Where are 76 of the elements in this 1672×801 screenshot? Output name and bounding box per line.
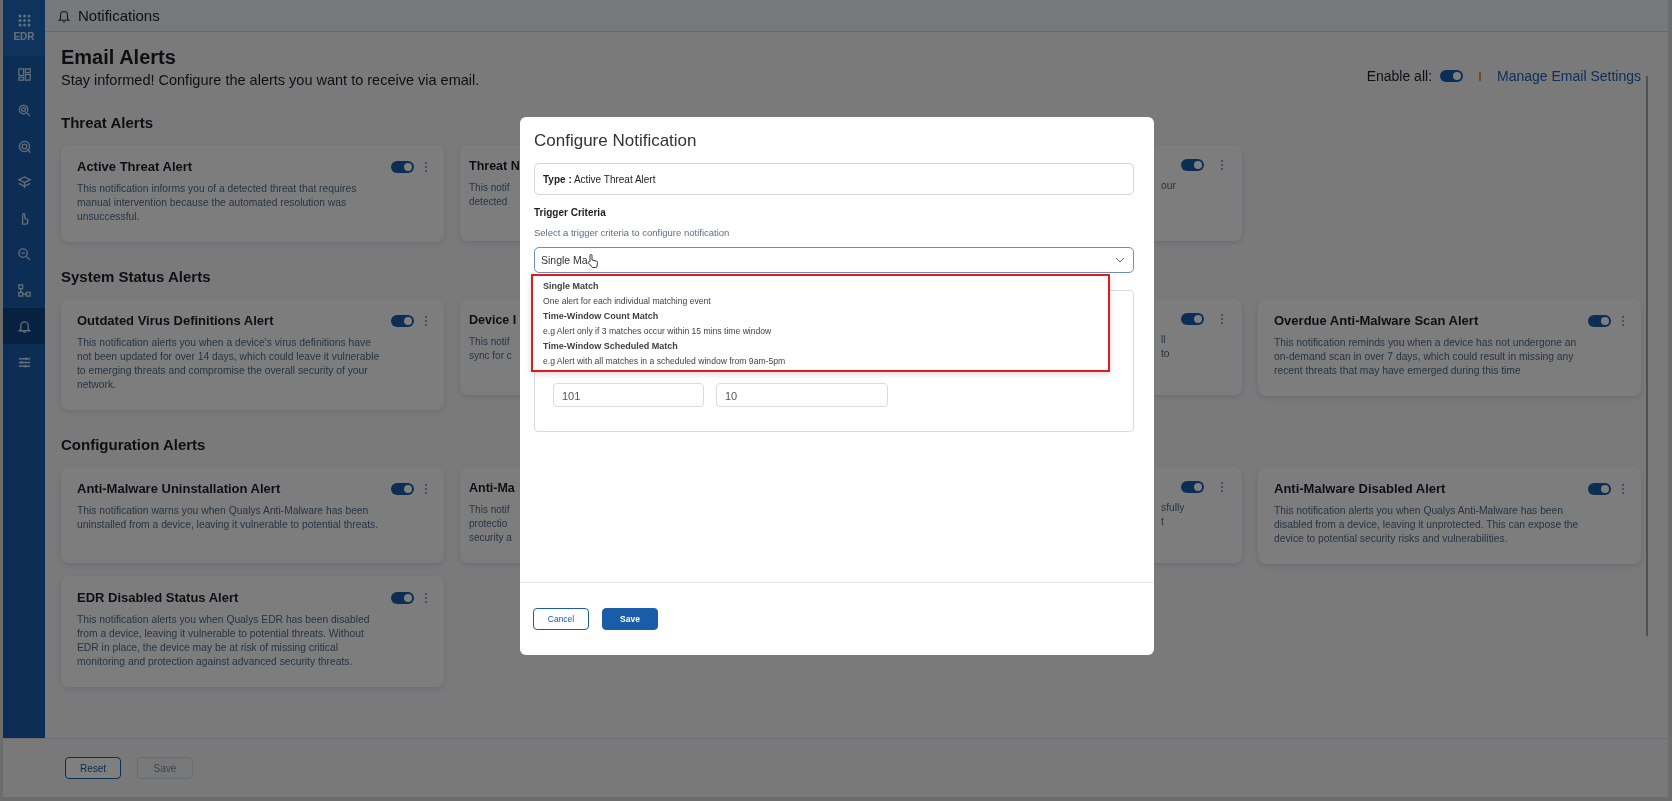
card-title: Threat N [469,159,520,173]
card-title: Overdue Anti-Malware Scan Alert [1274,313,1480,328]
app-label: EDR [13,31,35,42]
bell-icon [16,318,32,334]
save-button[interactable]: Save [602,608,658,630]
card-description: our [1161,179,1176,193]
kebab-menu-icon[interactable] [1220,159,1224,171]
section-title: Email Alerts [61,46,177,69]
kebab-menu-icon[interactable] [1621,314,1625,327]
card-description: This notification reminds you when a device has not undergone an on-demand scan in over 7 days, which could result in missing any recent threats that may have emerged during this time [1274,336,1578,378]
page-title: Notifications [78,7,160,24]
card-title: Anti-Malware Uninstallation Alert [77,481,282,496]
hierarchy-icon [16,282,32,298]
search-icon [16,246,32,262]
option-title[interactable]: Time-Window Count Match [543,311,1098,321]
subtitle: Stay informed! Configure the alerts you want to receive via email. [61,72,480,88]
option-title[interactable]: Single Match [543,281,1098,291]
input-field[interactable]: 10 [716,383,888,407]
option-description: e.g Alert with all matches in a scheduled window from 9am-5pm [543,356,787,366]
card-description: This notif sync for c [469,335,512,363]
kebab-menu-icon[interactable] [1621,482,1625,495]
section-heading: Threat Alerts [61,114,153,131]
kebab-menu-icon[interactable] [424,314,428,327]
input-field[interactable]: 101 [553,383,704,407]
enable-all-label: Enable all: [1366,68,1433,84]
toggle-switch[interactable] [391,314,414,327]
layers-icon [16,174,32,190]
card-title: Outdated Virus Definitions Alert [77,313,275,328]
kebab-menu-icon[interactable] [1220,313,1224,325]
card-title: Anti-Malware Disabled Alert [1274,481,1447,496]
grid-icon [17,14,31,27]
toggle-switch[interactable] [1181,159,1204,171]
scrollbar-thumb[interactable] [1646,76,1648,636]
card-description: This notification alerts you when a device's virus definitions have not been updated for over 14 days, which could leave it vulnerable to emerging threats and compromise the overall security of your network. [77,336,381,392]
toggle-switch[interactable] [1181,481,1204,493]
card-title: Device I [469,313,517,327]
card-description: This notification warns you when Qualys Anti-Malware has been uninstalled from a device, leaving it vulnerable to potential threats. [77,504,380,532]
card-title: EDR Disabled Status Alert [77,590,240,605]
footer-button[interactable]: Reset [65,757,121,779]
card-description: ll to [1161,333,1170,361]
card-title: Active Threat Alert [77,159,194,174]
dashboard-icon [16,66,32,82]
type-text: Type : Active Threat Alert [543,173,656,185]
cancel-button[interactable]: Cancel [533,608,589,630]
toggle-switch[interactable] [391,591,414,604]
section-heading: Configuration Alerts [61,436,206,453]
toggle-switch[interactable] [1181,313,1204,325]
kebab-menu-icon[interactable] [1220,481,1224,493]
helper-text: Select a trigger criteria to configure notification [534,227,731,238]
section-heading: System Status Alerts [61,268,211,285]
toggle-switch[interactable] [391,160,414,173]
card-description: This notification alerts you when Qualys EDR has been disabled from a device, leaving it vulnerable to potential threats. Without EDR in place, the device may be at risk of missing critical monitoring and protection against advanced security threats. [77,613,371,669]
toggle-switch[interactable] [391,482,414,495]
kebab-menu-icon[interactable] [424,591,428,604]
field-label: Trigger Criteria [534,207,607,218]
card-description: sfully t [1161,501,1185,529]
card-description: This notification alerts you when Qualys Anti-Malware has been disabled from a device, leaving it unprotected. This can expose the device to potential security risks and vulnerabilities. [1274,504,1580,546]
target-icon [16,138,32,154]
chevron-down-icon [1115,257,1125,263]
option-title[interactable]: Time-Window Scheduled Match [543,341,1098,351]
search-icon [16,102,32,118]
card-title: Anti-Ma [469,481,515,495]
toggle-switch[interactable] [1588,314,1611,327]
trigger-select[interactable]: Single Ma [534,247,1134,273]
dialog-title: Configure Notification [534,131,698,151]
option-description: e.g Alert only if 3 matches occur within 15 mins time window [543,326,773,336]
option-description: One alert for each individual matching event [543,296,712,306]
bell-icon [58,8,70,23]
toggle-switch[interactable] [1588,482,1611,495]
sidebar-item[interactable] [3,308,45,344]
kebab-menu-icon[interactable] [424,482,428,495]
card-description: This notif detected [469,181,510,209]
card-description: This notif protectio security a [469,503,512,545]
card-description: This notification informs you of a detected threat that requires manual intervention because the automated resolution was unsuccessful. [77,182,358,224]
kebab-menu-icon[interactable] [424,160,428,173]
toggle-switch[interactable] [1440,70,1464,82]
